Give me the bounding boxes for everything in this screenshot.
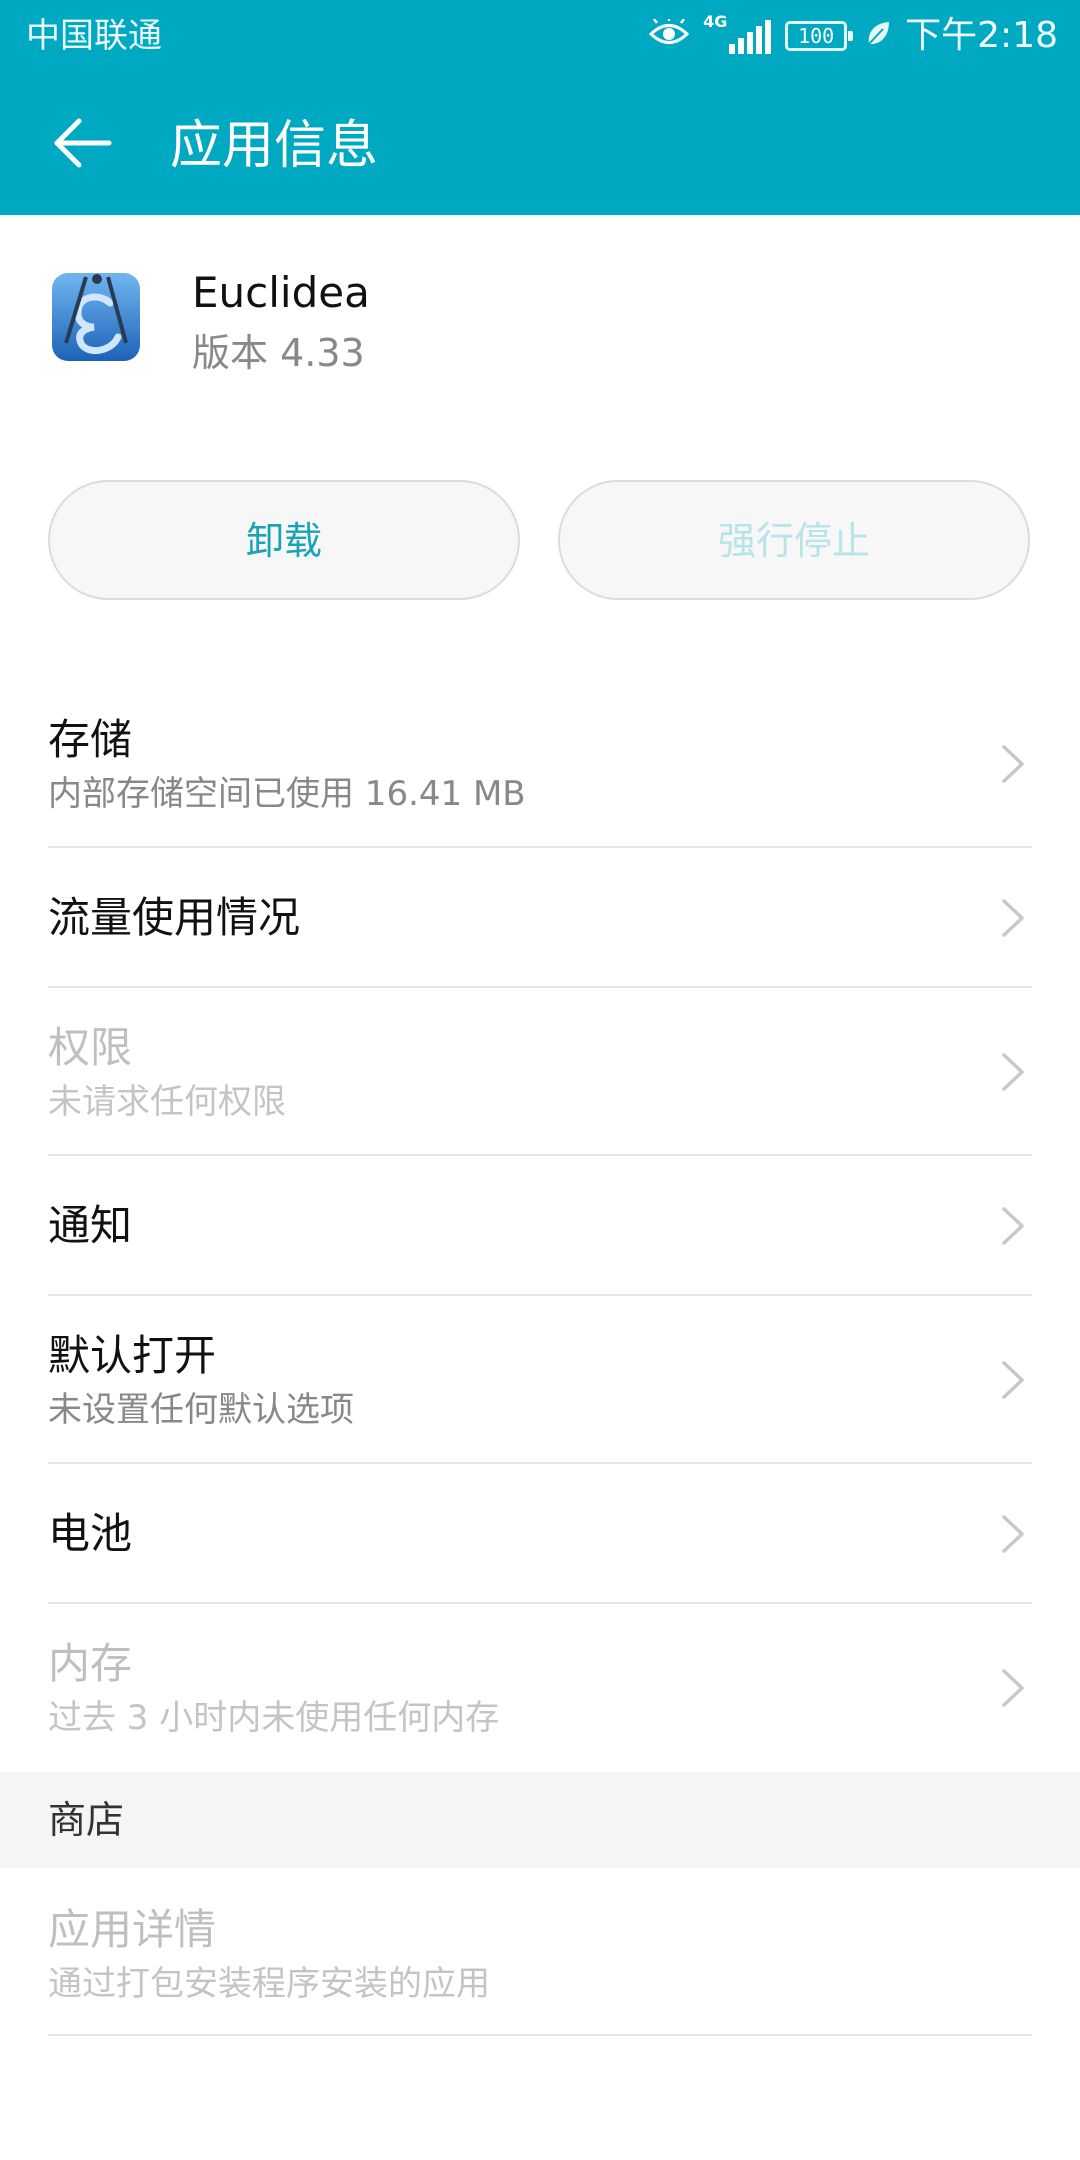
app-version: 版本 4.33 [192, 331, 365, 375]
app-bar: 应用信息 [0, 75, 1080, 215]
back-button[interactable] [38, 105, 128, 185]
battery-row[interactable]: 电池 [0, 1464, 1080, 1604]
app-name: Euclidea [192, 268, 370, 317]
page-title: 应用信息 [170, 116, 379, 176]
permissions-row[interactable]: 权限 未请求任何权限 [0, 988, 1080, 1156]
app-details-title: 应用详情 [48, 1905, 217, 1954]
open-by-default-subtitle: 未设置任何默认选项 [48, 1390, 354, 1430]
eye-icon [648, 17, 690, 53]
chevron-right-icon [998, 897, 1028, 939]
notifications-row[interactable]: 通知 [0, 1156, 1080, 1296]
notifications-title: 通知 [48, 1201, 133, 1250]
leaf-icon [865, 20, 891, 52]
memory-row[interactable]: 内存 过去 3 小时内未使用任何内存 [0, 1604, 1080, 1772]
app-identity: Euclidea 版本 4.33 [0, 215, 1080, 435]
app-details-subtitle: 通过打包安装程序安装的应用 [48, 1964, 490, 2004]
header: 中国联通 4G 100 下午2:18 应用信息 [0, 0, 1080, 215]
chevron-right-icon [998, 1513, 1028, 1555]
chevron-right-icon [998, 1205, 1028, 1247]
force-stop-button[interactable]: 强行停止 [558, 480, 1030, 600]
uninstall-button[interactable]: 卸载 [48, 480, 520, 600]
app-details-row[interactable]: 应用详情 通过打包安装程序安装的应用 [0, 1868, 1080, 2036]
permissions-subtitle: 未请求任何权限 [48, 1082, 286, 1122]
battery-level: 100 [798, 24, 835, 48]
memory-subtitle: 过去 3 小时内未使用任何内存 [48, 1698, 500, 1738]
open-by-default-title: 默认打开 [48, 1331, 217, 1380]
status-time: 下午2:18 [905, 15, 1058, 56]
network-type: 4G [703, 12, 728, 31]
divider [48, 2034, 1032, 2036]
storage-subtitle: 内部存储空间已使用 16.41 MB [48, 774, 526, 814]
data-usage-row[interactable]: 流量使用情况 [0, 848, 1080, 988]
memory-title: 内存 [48, 1639, 133, 1688]
chevron-right-icon [998, 1359, 1028, 1401]
chevron-right-icon [998, 1051, 1028, 1093]
open-by-default-row[interactable]: 默认打开 未设置任何默认选项 [0, 1296, 1080, 1464]
arrow-left-icon [53, 117, 113, 173]
settings-list: 存储 内部存储空间已使用 16.41 MB 流量使用情况 权限 未请求任何权限 … [0, 680, 1080, 2036]
status-icons: 4G 100 下午2:18 [648, 12, 1058, 60]
signal-icon: 4G [703, 14, 772, 54]
chevron-right-icon [998, 1667, 1028, 1709]
chevron-right-icon [998, 743, 1028, 785]
storage-row[interactable]: 存储 内部存储空间已使用 16.41 MB [0, 680, 1080, 848]
carrier-name: 中国联通 [26, 16, 162, 56]
storage-title: 存储 [48, 715, 133, 764]
status-bar: 中国联通 4G 100 下午2:18 [0, 0, 1080, 75]
store-section-header: 商店 [0, 1772, 1080, 1868]
euclidea-app-icon [52, 273, 140, 361]
data-usage-title: 流量使用情况 [48, 893, 301, 942]
permissions-title: 权限 [48, 1023, 133, 1072]
store-section-label: 商店 [48, 1798, 125, 1842]
battery-title: 电池 [48, 1509, 133, 1558]
battery-icon: 100 [785, 21, 854, 51]
